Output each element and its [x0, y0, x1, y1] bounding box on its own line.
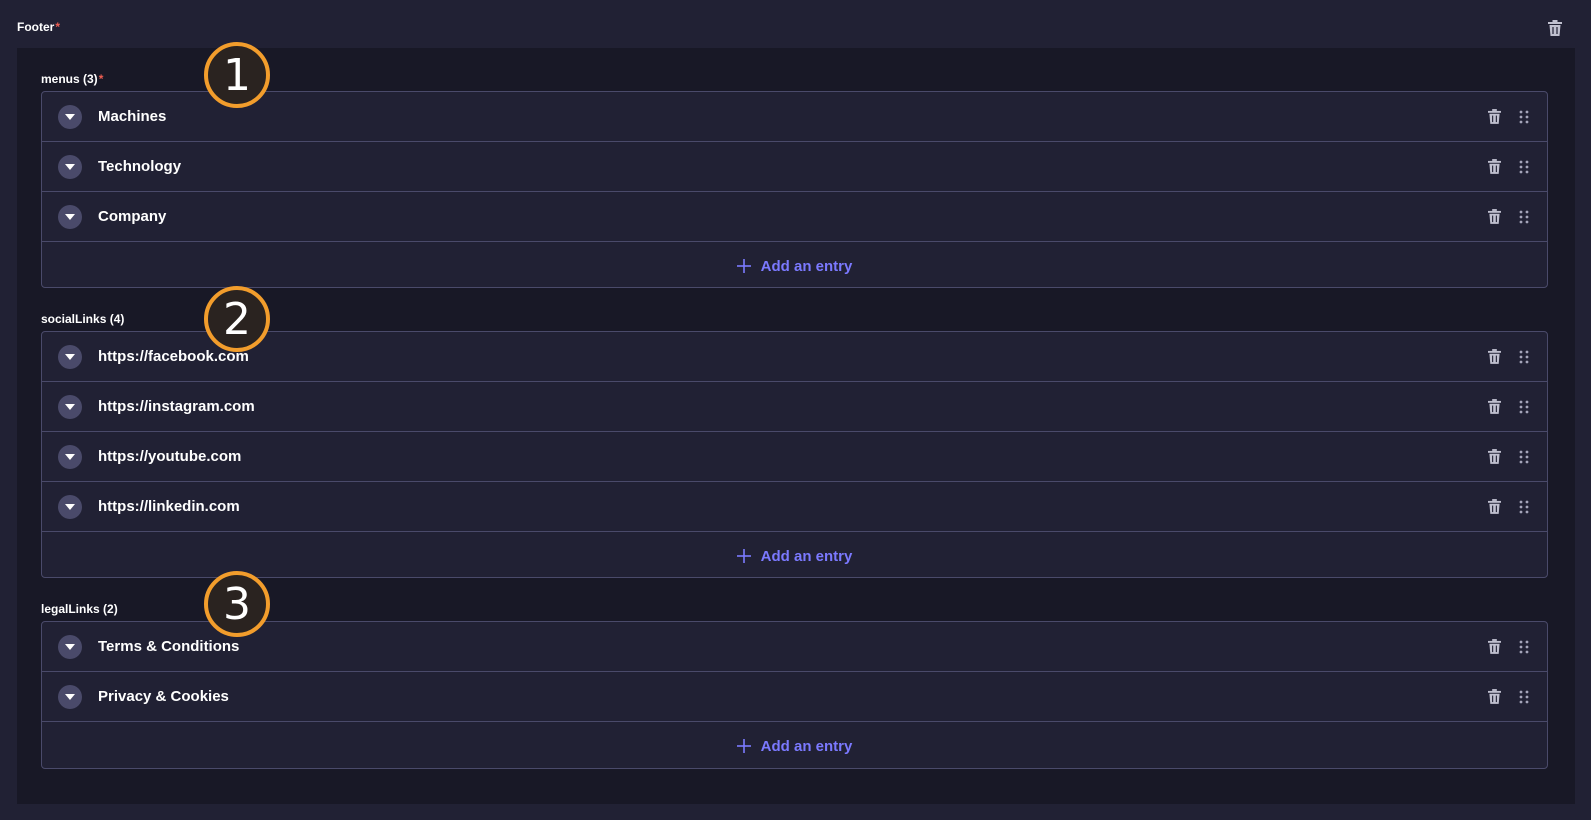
- plus-icon: [736, 549, 751, 563]
- list-item-label: Machines: [98, 108, 167, 125]
- chevron-down-icon[interactable]: [58, 345, 82, 369]
- list-item[interactable]: https://linkedin.com: [42, 482, 1547, 532]
- chevron-down-icon[interactable]: [58, 155, 82, 179]
- drag-handle-icon[interactable]: [1519, 349, 1529, 365]
- section-label-social-links: socialLinks (4): [41, 312, 125, 326]
- list-item[interactable]: Machines: [42, 92, 1547, 142]
- callout-marker-1: 1: [204, 42, 270, 108]
- list-item-label: Terms & Conditions: [98, 638, 240, 655]
- drag-handle-icon[interactable]: [1519, 689, 1529, 705]
- plus-icon: [736, 259, 751, 273]
- callout-marker-3: 3: [204, 571, 270, 637]
- chevron-down-icon[interactable]: [58, 495, 82, 519]
- footer-header: Footer*: [0, 0, 1591, 48]
- section-label-legal-links: legalLinks (2): [41, 602, 118, 616]
- add-entry-label: Add an entry: [760, 737, 853, 755]
- list-item[interactable]: https://facebook.com: [42, 332, 1547, 382]
- trash-icon[interactable]: [1488, 689, 1501, 704]
- drag-handle-icon[interactable]: [1519, 159, 1529, 175]
- list-item-label: Privacy & Cookies: [98, 688, 229, 705]
- add-entry-button[interactable]: Add an entry: [42, 242, 1547, 287]
- trash-icon[interactable]: [1488, 449, 1501, 464]
- trash-icon[interactable]: [1488, 159, 1501, 174]
- add-entry-label: Add an entry: [760, 547, 853, 565]
- chevron-down-icon[interactable]: [58, 635, 82, 659]
- trash-icon[interactable]: [1488, 639, 1501, 654]
- trash-icon[interactable]: [1488, 349, 1501, 364]
- list-item-label: https://youtube.com: [98, 448, 242, 465]
- add-entry-button[interactable]: Add an entry: [42, 722, 1547, 768]
- legal-links-list: Terms & Conditions Privacy & Cookies Add a…: [41, 621, 1548, 769]
- section-label-menus: menus (3)*: [41, 72, 104, 86]
- plus-icon: [736, 739, 751, 753]
- list-item[interactable]: Privacy & Cookies: [42, 672, 1547, 722]
- list-item[interactable]: https://youtube.com: [42, 432, 1547, 482]
- add-entry-button[interactable]: Add an entry: [42, 532, 1547, 577]
- trash-icon[interactable]: [1488, 209, 1501, 224]
- list-item[interactable]: Technology: [42, 142, 1547, 192]
- drag-handle-icon[interactable]: [1519, 639, 1529, 655]
- drag-handle-icon[interactable]: [1519, 109, 1529, 125]
- trash-icon[interactable]: [1488, 109, 1501, 124]
- trash-icon[interactable]: [1488, 499, 1501, 514]
- social-links-list: https://facebook.com https://instagram.co…: [41, 331, 1548, 578]
- drag-handle-icon[interactable]: [1519, 449, 1529, 465]
- list-item[interactable]: Company: [42, 192, 1547, 242]
- menus-list: Machines Technology Company Add an entry: [41, 91, 1548, 288]
- required-asterisk: *: [55, 20, 61, 34]
- list-item-label: https://instagram.com: [98, 398, 255, 415]
- chevron-down-icon[interactable]: [58, 205, 82, 229]
- callout-marker-2: 2: [204, 286, 270, 352]
- trash-icon[interactable]: [1488, 399, 1501, 414]
- chevron-down-icon[interactable]: [58, 395, 82, 419]
- list-item-label: Technology: [98, 158, 182, 175]
- list-item[interactable]: https://instagram.com: [42, 382, 1547, 432]
- drag-handle-icon[interactable]: [1519, 209, 1529, 225]
- chevron-down-icon[interactable]: [58, 685, 82, 709]
- drag-handle-icon[interactable]: [1519, 399, 1529, 415]
- trash-icon[interactable]: [1548, 20, 1562, 36]
- chevron-down-icon[interactable]: [58, 105, 82, 129]
- list-item-label: https://facebook.com: [98, 348, 249, 365]
- list-item-label: Company: [98, 208, 167, 225]
- chevron-down-icon[interactable]: [58, 445, 82, 469]
- footer-title: Footer*: [17, 20, 61, 34]
- list-item[interactable]: Terms & Conditions: [42, 622, 1547, 672]
- list-item-label: https://linkedin.com: [98, 498, 240, 515]
- add-entry-label: Add an entry: [760, 257, 853, 275]
- required-asterisk: *: [98, 72, 104, 86]
- drag-handle-icon[interactable]: [1519, 499, 1529, 515]
